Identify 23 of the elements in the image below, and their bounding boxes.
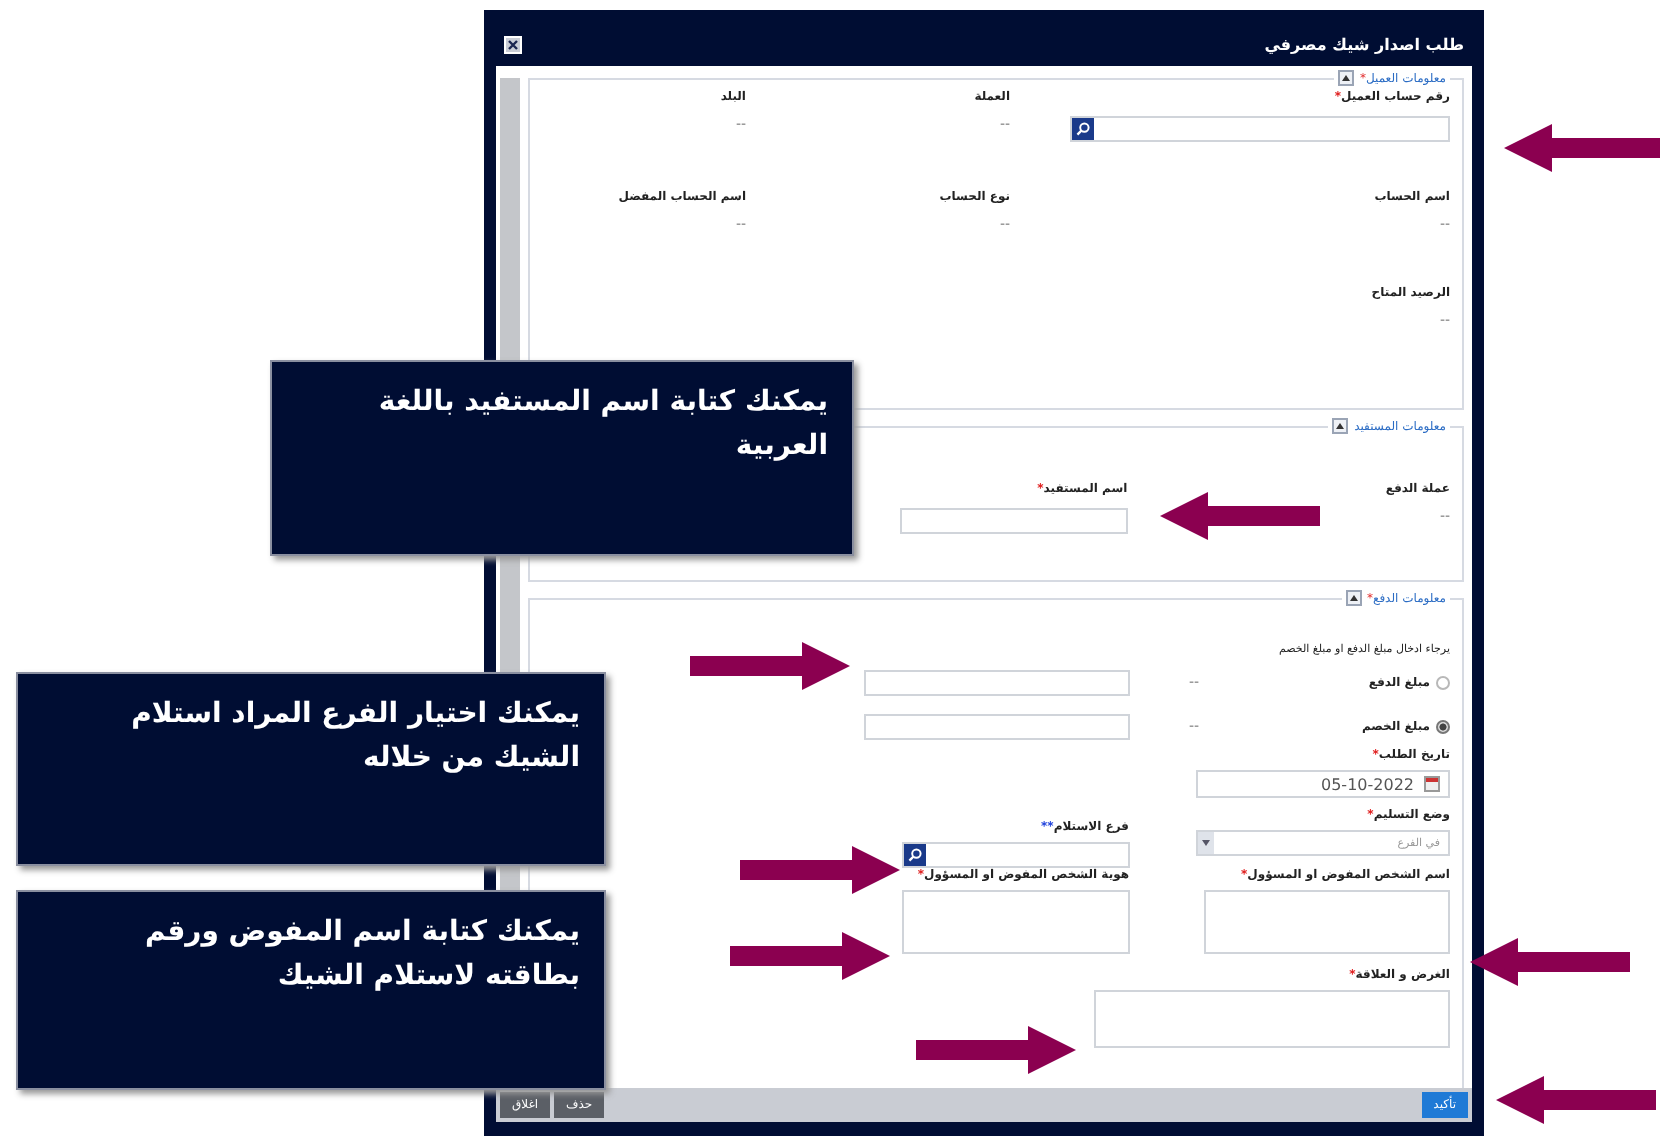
collapse-icon[interactable] (1337, 70, 1354, 86)
search-field[interactable] (901, 842, 1129, 868)
search-field[interactable] (1070, 116, 1450, 142)
dropdown-icon[interactable] (1198, 832, 1214, 854)
close-icon[interactable] (504, 35, 522, 53)
beneficiary-name-field[interactable] (899, 508, 1128, 534)
callout-tooltip: يمكنك اختيار الفرع المراد استلام الشيك من خلاله (16, 672, 606, 866)
search-button[interactable] (1072, 118, 1094, 140)
window-title: طلب اصدار شيك مصرفي (1264, 35, 1464, 53)
search-button[interactable] (903, 844, 925, 866)
amount-field[interactable] (863, 669, 1129, 695)
authorized-id-field[interactable] (901, 890, 1129, 954)
collapse-icon[interactable] (1332, 418, 1349, 434)
authorized-name-field[interactable] (1204, 890, 1450, 954)
callout-tooltip: يمكنك كتابة اسم المفوض ورقم بطاقته لاستلام الشيك (16, 890, 606, 1090)
date-field[interactable]: 05-10-2022 (1196, 770, 1450, 798)
calendar-icon[interactable] (1424, 776, 1440, 792)
radio-button[interactable] (1436, 719, 1450, 733)
purpose-field[interactable] (1094, 990, 1450, 1048)
callout-tooltip: يمكنك كتابة اسم المستفيد باللغة العربية (270, 360, 854, 556)
radio-button[interactable] (1436, 675, 1450, 689)
collapse-icon[interactable] (1345, 590, 1361, 606)
amount-field[interactable] (863, 713, 1129, 739)
